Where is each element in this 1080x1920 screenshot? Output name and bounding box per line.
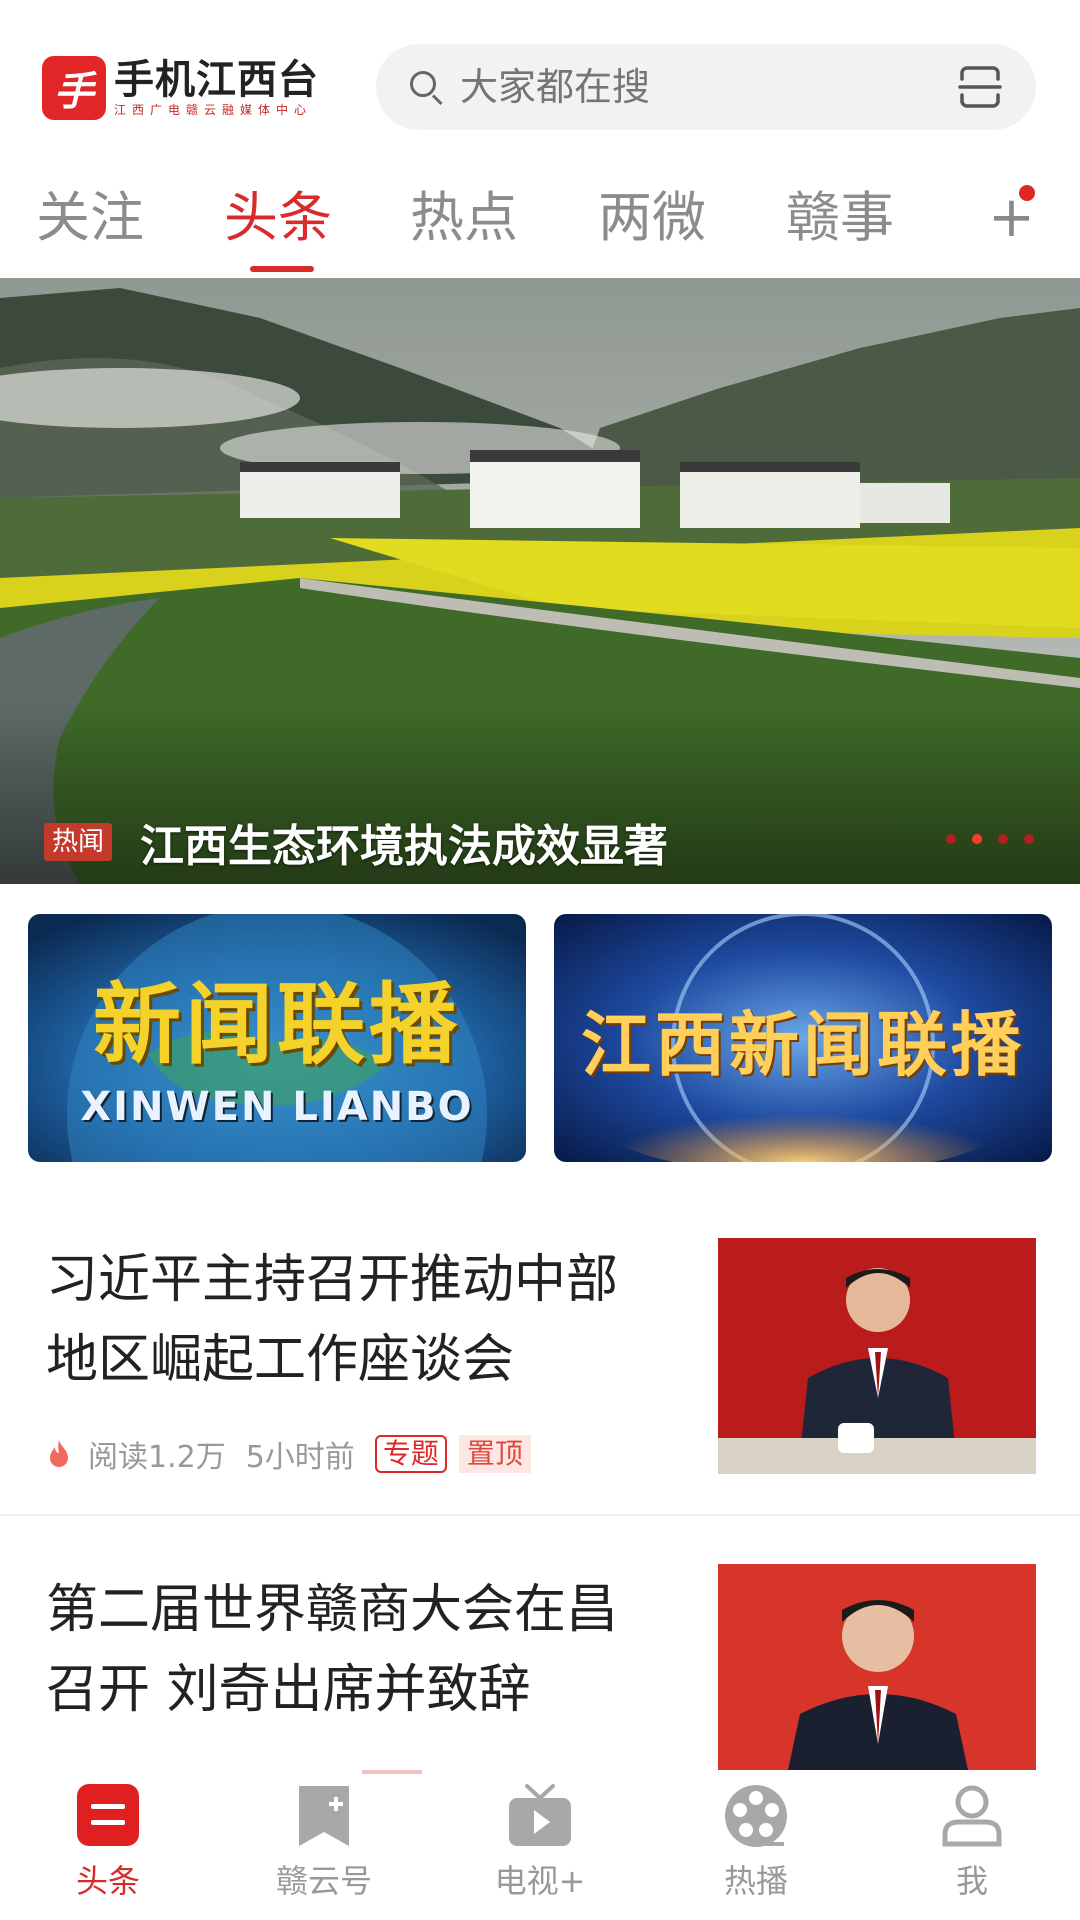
news-thumbnail[interactable] [718,1238,1036,1474]
fire-icon [50,1440,68,1467]
program-title: 江西新闻联播 [581,1004,1025,1086]
program-cards: 新闻联播 XINWEN LIANBO 江西新闻联播 [28,914,1052,1162]
search-icon [406,67,446,107]
carousel-dot[interactable] [998,834,1008,844]
search-bar[interactable] [376,44,1036,130]
logo-mark-text: 手 [54,69,94,115]
news-item[interactable]: 习近平主持召开推动中部地区崛起工作座谈会 阅读1.2万 5小时前 专题 置顶 [0,1210,1080,1516]
tab-headlines[interactable]: 头条 [224,178,332,258]
channel-tabs: 关注 头条 热点 两微 赣事 + [0,160,1080,276]
news-meta: 阅读1.2万 5小时前 专题 置顶 [46,1432,531,1476]
nav-hot-play[interactable]: 热播 [676,1782,836,1912]
nav-label: 我 [955,1862,988,1900]
bottom-navigation: 头条 赣云号 电视+ 热播 我 [0,1770,1080,1920]
news-title[interactable]: 第二届世界赣商大会在昌召开 刘奇出席并致辞 [46,1570,666,1730]
carousel-indicator [946,834,1050,844]
tab-follow[interactable]: 关注 [36,178,144,258]
program-card-xinwen-lianbo[interactable]: 新闻联播 XINWEN LIANBO [28,914,526,1162]
program-card-jiangxi-xinwen-lianbo[interactable]: 江西新闻联播 [554,914,1052,1162]
logo-icon: 手 [42,56,106,120]
logo-subtitle: 江西广电赣云融媒体中心 [114,103,313,117]
app-header: 手 手机江西台 江西广电赣云融媒体中心 [0,0,1080,160]
program-title: 新闻联播 [92,973,461,1076]
carousel-dot[interactable] [1024,834,1034,844]
search-input[interactable] [460,65,930,109]
app-logo[interactable]: 手 手机江西台 江西广电赣云融媒体中心 [42,52,342,124]
carousel-dot[interactable] [946,834,956,844]
carousel-dot[interactable] [972,834,982,844]
nav-tv-plus[interactable]: 电视+ [460,1782,620,1912]
hot-badge: 热闻 [44,823,113,861]
tab-hot[interactable]: 热点 [410,178,518,258]
pinned-tag: 置顶 [458,1435,531,1473]
scroll-hint-bar [362,1770,422,1774]
logo-title: 手机江西台 [114,57,319,103]
read-count: 阅读1.2万 [88,1440,226,1475]
active-tab-indicator [250,266,314,272]
news-thumbnail[interactable] [718,1564,1036,1770]
bookmark-icon [299,1786,349,1846]
nav-label: 赣云号 [275,1862,372,1900]
nav-profile[interactable]: 我 [892,1782,1052,1912]
tab-two-micro[interactable]: 两微 [598,178,706,258]
scan-icon[interactable] [958,65,1002,109]
nav-label: 电视+ [494,1862,586,1900]
program-subtitle: XINWEN LIANBO [80,1084,474,1130]
topic-tag: 专题 [374,1435,447,1473]
nav-headlines[interactable]: 头条 [28,1782,188,1912]
banner-title[interactable]: 江西生态环境执法成效显著 [140,810,668,874]
nav-label: 热播 [723,1862,788,1900]
notification-dot [1019,185,1035,201]
banner-landscape-image [0,278,1080,884]
nav-label: 头条 [75,1862,140,1900]
tv-icon [509,1784,571,1846]
profile-icon [942,1785,1002,1847]
headline-icon [77,1784,139,1846]
news-title[interactable]: 习近平主持召开推动中部地区崛起工作座谈会 [46,1240,666,1400]
nav-ganyun[interactable]: 赣云号 [244,1782,404,1912]
hero-banner[interactable]: 热闻 江西生态环境执法成效显著 [0,278,1080,884]
film-reel-icon [725,1785,787,1847]
tab-jiangxi-affairs[interactable]: 赣事 [786,178,894,258]
publish-time: 5小时前 [245,1440,355,1475]
news-item[interactable]: 第二届世界赣商大会在昌召开 刘奇出席并致辞 [0,1540,1080,1770]
